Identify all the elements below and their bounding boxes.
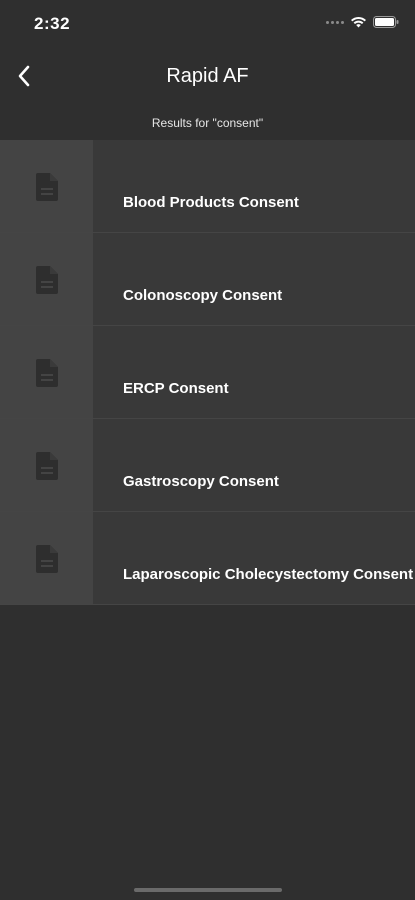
document-icon: [36, 359, 58, 387]
status-bar: 2:32: [0, 0, 415, 50]
list-item-thumbnail: [0, 140, 93, 232]
battery-icon: [373, 16, 399, 28]
list-item[interactable]: Colonoscopy Consent: [0, 233, 415, 326]
list-item-label: ERCP Consent: [123, 380, 229, 397]
document-icon: [36, 452, 58, 480]
list-item-label: Blood Products Consent: [123, 194, 299, 211]
list-item[interactable]: Laparoscopic Cholecystectomy Consent: [0, 512, 415, 605]
list-item-thumbnail: [0, 326, 93, 418]
list-item[interactable]: ERCP Consent: [0, 326, 415, 419]
results-list: Blood Products Consent Colonoscopy Conse…: [0, 140, 415, 605]
document-icon: [36, 545, 58, 573]
home-indicator[interactable]: [134, 888, 282, 892]
list-item-thumbnail: [0, 419, 93, 511]
list-item[interactable]: Gastroscopy Consent: [0, 419, 415, 512]
list-item-label: Laparoscopic Cholecystectomy Consent: [123, 566, 414, 583]
list-item-label: Gastroscopy Consent: [123, 473, 279, 490]
search-results-label: Results for "consent": [151, 116, 264, 130]
list-item-label: Colonoscopy Consent: [123, 287, 283, 304]
list-item-thumbnail: [0, 233, 93, 325]
page-title: Rapid AF: [166, 65, 249, 87]
cellular-signal-icon: [326, 20, 344, 24]
document-icon: [36, 266, 58, 294]
wifi-icon: [351, 16, 366, 28]
status-icons: [326, 16, 399, 28]
document-icon: [36, 173, 58, 201]
status-time: 2:32: [34, 14, 71, 33]
list-item[interactable]: Blood Products Consent: [0, 140, 415, 233]
navigation-bar: Rapid AF: [0, 50, 415, 106]
app-screen: 2:32 Rapid AF Results for "consent" Bloo…: [0, 0, 415, 900]
list-item-thumbnail: [0, 512, 93, 604]
